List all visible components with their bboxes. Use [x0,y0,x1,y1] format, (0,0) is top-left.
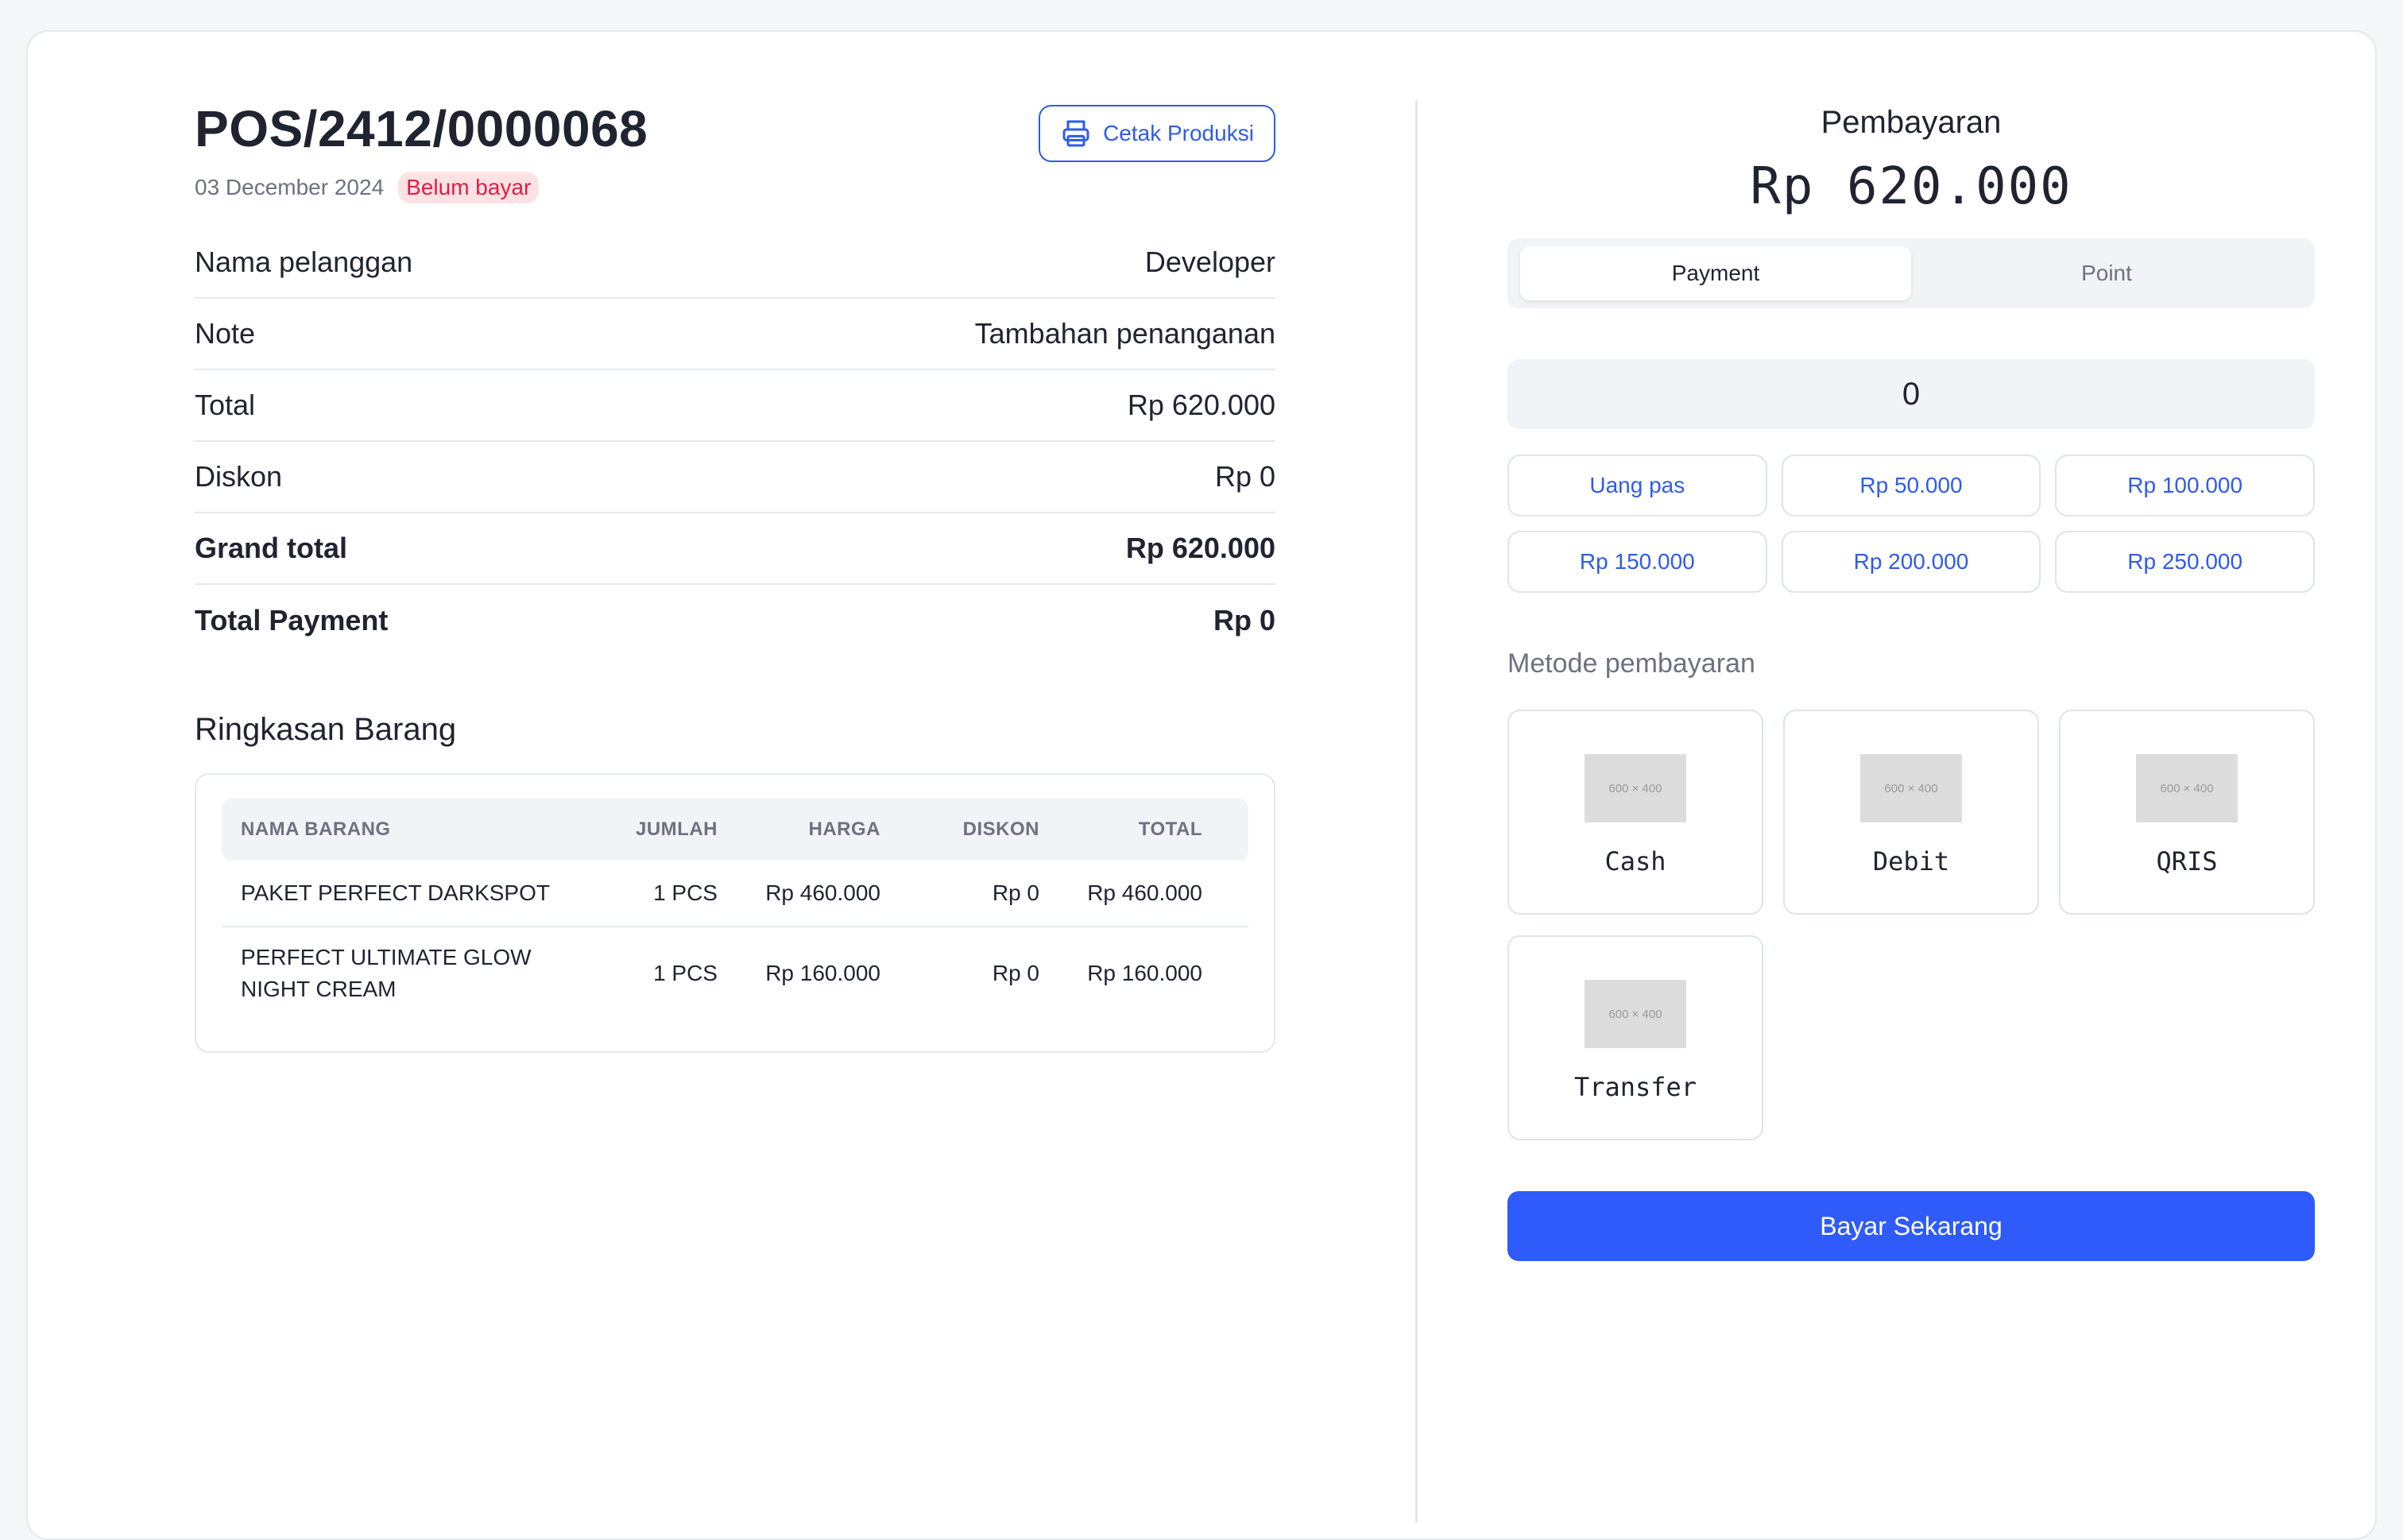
info-value: Tambahan penanganan [974,317,1275,350]
panel-divider [1415,100,1418,1523]
quick-amount-grid: Uang pas Rp 50.000 Rp 100.000 Rp 150.000… [1507,455,2315,593]
payment-method-qris[interactable]: 600 × 400 QRIS [2059,710,2315,915]
item-discount: Rp 0 [992,880,1039,905]
method-image-placeholder: 600 × 400 [1860,754,1962,822]
payment-method-title: Metode pembayaran [1507,648,1755,679]
quick-amount-250000-button[interactable]: Rp 250.000 [2055,531,2315,593]
pay-now-button[interactable]: Bayar Sekarang [1507,1191,2315,1261]
item-discount: Rp 0 [992,961,1039,985]
payment-amount: Rp 620.000 [1750,157,2072,216]
pos-card: POS/2412/0000068 Cetak Produksi 03 Decem… [26,30,2377,1540]
column-header: NAMA BARANG [241,818,391,840]
tab-payment[interactable]: Payment [1520,246,1911,300]
item-qty: 1 PCS [653,961,718,985]
info-row-discount: Diskon Rp 0 [195,442,1275,513]
summary-table: NAMA BARANG JUMLAH HARGA DISKON TOTAL PA… [195,773,1275,1053]
info-label: Diskon [195,460,283,493]
info-label: Total [195,389,256,421]
item-qty: 1 PCS [653,880,718,905]
payment-method-debit[interactable]: 600 × 400 Debit [1783,710,2039,915]
method-image-placeholder: 600 × 400 [2136,754,2238,822]
status-badge: Belum bayar [398,172,540,203]
item-name: PERFECT ULTIMATE GLOW NIGHT CREAM [241,945,532,1001]
column-header: TOTAL [1138,818,1202,840]
quick-amount-50000-button[interactable]: Rp 50.000 [1781,455,2041,517]
quick-amount-100000-button[interactable]: Rp 100.000 [2055,455,2315,517]
info-label: Nama pelanggan [195,246,413,278]
column-header: DISKON [962,818,1039,840]
payment-method-grid: 600 × 400 Cash 600 × 400 Debit 600 × 400… [1507,710,2315,1140]
payment-panel: Pembayaran Rp 620.000 Payment Point Uang… [1507,100,2315,1261]
quick-amount-exact-button[interactable]: Uang pas [1507,455,1767,517]
item-price: Rp 460.000 [765,880,880,905]
info-value: Developer [1144,246,1275,278]
payment-method-cash[interactable]: 600 × 400 Cash [1507,710,1763,915]
printer-icon [1062,120,1089,147]
order-meta: 03 December 2024 Belum bayar [195,172,1275,203]
item-price: Rp 160.000 [765,961,880,985]
info-value: Rp 620.000 [1127,389,1275,421]
info-row-customer: Nama pelanggan Developer [195,227,1275,299]
print-production-button[interactable]: Cetak Produksi [1039,105,1275,162]
info-value: Rp 0 [1214,460,1275,493]
method-label: Transfer [1573,1072,1697,1102]
method-label: Cash [1604,846,1666,876]
payment-tabs: Payment Point [1507,238,2315,308]
order-panel: POS/2412/0000068 Cetak Produksi 03 Decem… [195,100,1275,1053]
info-label: Grand total [195,532,348,564]
order-date: 03 December 2024 [195,175,385,199]
tab-point[interactable]: Point [1911,246,2302,300]
method-image-placeholder: 600 × 400 [1585,754,1686,822]
method-label: QRIS [2156,846,2218,876]
item-total: Rp 160.000 [1087,961,1202,985]
info-row-total: Total Rp 620.000 [195,370,1275,442]
print-button-label: Cetak Produksi [1103,121,1254,145]
info-value: Rp 0 [1213,604,1275,637]
info-label: Total Payment [195,604,389,637]
column-header: JUMLAH [636,818,718,840]
summary-title: Ringkasan Barang [195,712,457,747]
table-row: PAKET PERFECT DARKSPOT 1 PCS Rp 460.000 … [222,861,1248,927]
payment-title: Pembayaran [1821,105,2002,140]
item-total: Rp 460.000 [1087,880,1202,905]
quick-amount-200000-button[interactable]: Rp 200.000 [1781,531,2041,593]
item-name: PAKET PERFECT DARKSPOT [241,880,550,905]
order-info-list: Nama pelanggan Developer Note Tambahan p… [195,227,1275,656]
info-value: Rp 620.000 [1125,532,1275,564]
column-header: HARGA [808,818,880,840]
payment-amount-input[interactable] [1507,359,2315,429]
method-label: Debit [1872,846,1950,876]
info-row-grand-total: Grand total Rp 620.000 [195,513,1275,585]
method-image-placeholder: 600 × 400 [1585,980,1686,1048]
info-label: Note [195,317,256,350]
table-header: NAMA BARANG JUMLAH HARGA DISKON TOTAL [222,799,1248,861]
quick-amount-150000-button[interactable]: Rp 150.000 [1507,531,1767,593]
info-row-total-payment: Total Payment Rp 0 [195,585,1275,656]
table-row: PERFECT ULTIMATE GLOW NIGHT CREAM 1 PCS … [222,927,1248,1020]
payment-method-transfer[interactable]: 600 × 400 Transfer [1507,935,1763,1140]
info-row-note: Note Tambahan penanganan [195,299,1275,370]
